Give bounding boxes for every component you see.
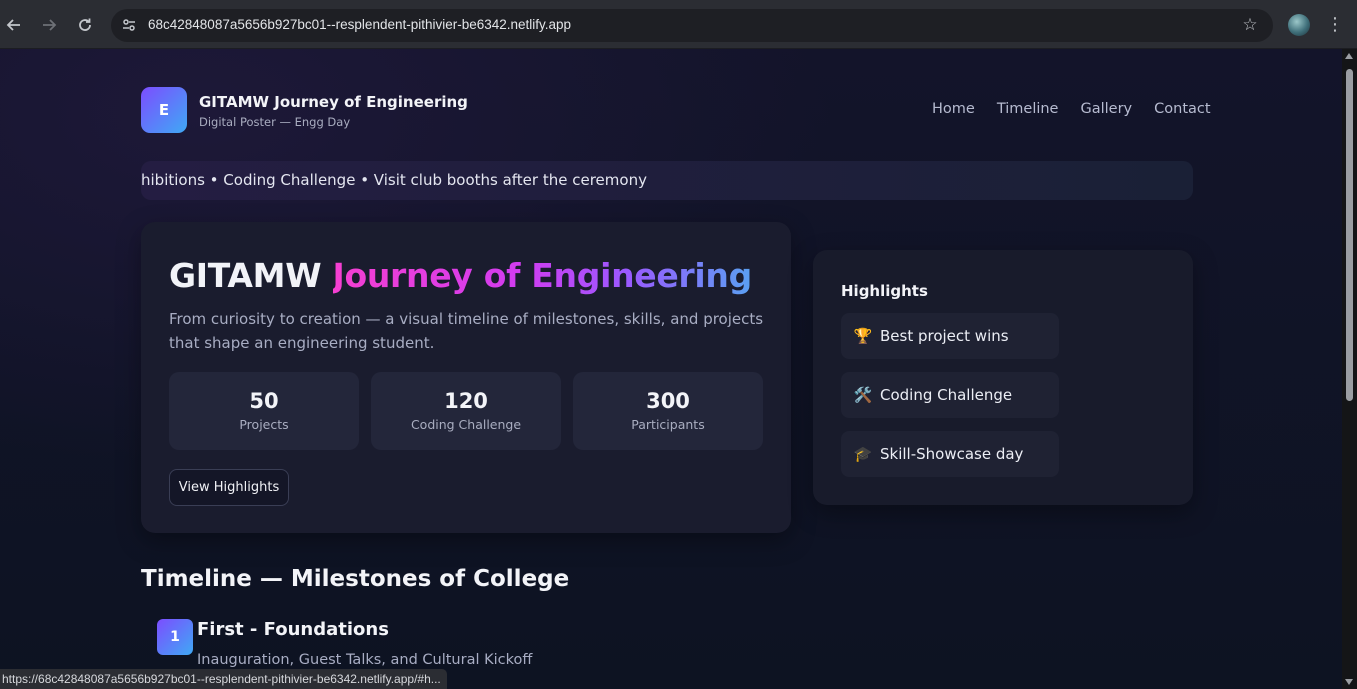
browser-toolbar: 68c42848087a5656b927bc01--resplendent-pi… [0, 0, 1357, 49]
timeline-step-heading: First - Foundations [197, 619, 389, 640]
main-nav: Home Timeline Gallery Contact [932, 101, 1211, 117]
highlight-item[interactable]: 🛠️ Coding Challenge [841, 372, 1059, 418]
view-highlights-button[interactable]: View Highlights [169, 469, 289, 506]
nav-gallery[interactable]: Gallery [1080, 101, 1132, 117]
nav-contact[interactable]: Contact [1154, 101, 1210, 117]
menu-kebab-icon[interactable]: ⋮ [1325, 13, 1345, 37]
site-subtitle: Digital Poster — Engg Day [199, 115, 351, 129]
forward-icon[interactable] [37, 13, 61, 37]
tools-icon: 🛠️ [853, 386, 873, 404]
nav-timeline[interactable]: Timeline [997, 101, 1059, 117]
highlight-item[interactable]: 🎓 Skill-Showcase day [841, 431, 1059, 477]
hero-title-gradient: Journey of Engineering [332, 256, 753, 295]
profile-avatar[interactable] [1288, 14, 1310, 36]
stat-value: 50 [249, 389, 279, 413]
scrollbar-thumb[interactable] [1346, 69, 1353, 401]
highlight-label: Coding Challenge [880, 386, 1013, 404]
nav-home[interactable]: Home [932, 101, 975, 117]
scroll-down-arrow-icon[interactable] [1345, 679, 1353, 685]
stat-coding-challenge: 120 Coding Challenge [371, 372, 561, 450]
highlight-label: Best project wins [880, 327, 1009, 345]
stat-label: Participants [631, 417, 705, 432]
back-icon[interactable] [2, 13, 26, 37]
bookmark-star-icon[interactable]: ☆ [1241, 16, 1259, 34]
announcement-ticker: hibitions • Coding Challenge • Visit clu… [141, 161, 1193, 200]
page-viewport: E GITAMW Journey of Engineering Digital … [0, 49, 1342, 689]
highlight-item[interactable]: 🏆 Best project wins [841, 313, 1059, 359]
graduation-cap-icon: 🎓 [853, 445, 873, 463]
reload-icon[interactable] [73, 13, 97, 37]
site-title: GITAMW Journey of Engineering [199, 93, 468, 111]
site-info-icon[interactable] [120, 16, 138, 34]
trophy-icon: 🏆 [853, 327, 873, 345]
timeline-title: Timeline — Milestones of College [141, 566, 570, 592]
page-scrollbar[interactable] [1342, 49, 1357, 689]
hero-card: GITAMW Journey of Engineering From curio… [141, 222, 791, 533]
stat-label: Projects [239, 417, 289, 432]
hero-description: From curiosity to creation — a visual ti… [169, 310, 764, 352]
timeline-step-description: Inauguration, Guest Talks, and Cultural … [197, 652, 533, 668]
stat-value: 300 [646, 389, 690, 413]
hero-title: GITAMW Journey of Engineering [169, 256, 752, 295]
stat-label: Coding Challenge [410, 417, 522, 432]
highlights-title: Highlights [841, 282, 928, 300]
ticker-text: hibitions • Coding Challenge • Visit clu… [141, 171, 647, 189]
address-bar[interactable]: 68c42848087a5656b927bc01--resplendent-pi… [111, 9, 1273, 42]
highlight-label: Skill-Showcase day [880, 445, 1024, 463]
link-status-bubble: https://68c42848087a5656b927bc01--resple… [0, 669, 447, 689]
stat-projects: 50 Projects [169, 372, 359, 450]
timeline-step-badge: 1 [157, 619, 193, 655]
stat-participants: 300 Participants [573, 372, 763, 450]
highlights-card: Highlights 🏆 Best project wins 🛠️ Coding… [813, 250, 1193, 505]
scroll-up-arrow-icon[interactable] [1345, 53, 1353, 59]
url-text[interactable]: 68c42848087a5656b927bc01--resplendent-pi… [148, 17, 571, 32]
stat-value: 120 [444, 389, 488, 413]
hero-title-plain: GITAMW [169, 256, 322, 295]
site-logo[interactable]: E [141, 87, 187, 133]
